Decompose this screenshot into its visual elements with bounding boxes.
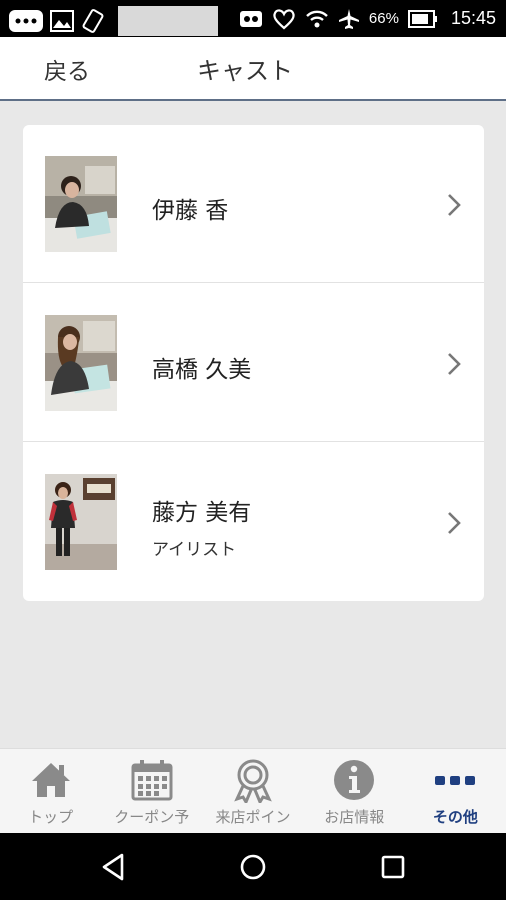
tab-label: お店情報 — [324, 808, 385, 826]
airplane-icon — [338, 8, 359, 29]
chevron-right-icon — [448, 194, 461, 216]
award-icon — [234, 759, 272, 803]
tab-label: トップ — [28, 808, 74, 826]
calendar-icon — [131, 760, 173, 801]
cast-role: アイリスト — [152, 540, 237, 560]
home-icon — [31, 763, 70, 797]
cast-item[interactable]: 高橋 久美 — [23, 284, 484, 442]
status-left — [8, 6, 218, 36]
cast-item[interactable]: 伊藤 香 — [23, 125, 484, 283]
cast-name: 高橋 久美 — [152, 357, 252, 383]
tab-label: クーポン予 — [114, 808, 190, 826]
redacted-area — [118, 6, 218, 36]
battery-icon — [407, 9, 437, 28]
rotate-icon — [82, 9, 104, 33]
cast-photo — [45, 315, 117, 411]
back-triangle-icon[interactable] — [98, 851, 130, 883]
more-icon — [435, 776, 476, 785]
status-right: 66% 15:45 — [239, 0, 496, 37]
chevron-right-icon — [448, 353, 461, 375]
cast-item[interactable]: 藤方 美有 アイリスト — [23, 443, 484, 601]
wifi-icon — [306, 10, 328, 27]
cast-name: 藤方 美有 — [152, 500, 252, 526]
info-icon — [334, 760, 375, 800]
tab-visit-points[interactable]: 来店ポイン — [202, 749, 303, 833]
system-nav-bar — [0, 833, 506, 900]
image-icon — [50, 10, 74, 32]
tab-top[interactable]: トップ — [0, 749, 101, 833]
vr-icon — [239, 10, 262, 27]
tab-other[interactable]: その他 — [405, 749, 506, 833]
tab-coupon-reservation[interactable]: クーポン予 — [101, 749, 202, 833]
tab-label: 来店ポイン — [215, 808, 291, 826]
message-icon — [9, 10, 43, 32]
back-button[interactable]: 戻る — [44, 52, 90, 86]
cast-photo — [45, 156, 117, 252]
clock: 15:45 — [450, 8, 496, 28]
tab-shop-info[interactable]: お店情報 — [304, 749, 405, 833]
tab-label: その他 — [432, 808, 478, 826]
status-bar: 66% 15:45 — [0, 0, 506, 37]
recent-apps-icon[interactable] — [377, 851, 409, 883]
cast-photo — [45, 474, 117, 570]
chevron-right-icon — [448, 512, 461, 534]
page-title: キャスト — [197, 57, 293, 85]
app-header: 戻る キャスト — [0, 37, 506, 101]
cast-name: 伊藤 香 — [152, 198, 229, 224]
cast-list: 伊藤 香 高橋 久美 藤方 美有 アイリスト — [23, 125, 484, 601]
battery-percent: 66% — [368, 10, 399, 27]
heart-icon — [273, 8, 295, 29]
bottom-tab-bar: トップ クーポン予 来店ポイン お店情報 その他 — [0, 748, 506, 833]
home-circle-icon[interactable] — [237, 851, 269, 883]
